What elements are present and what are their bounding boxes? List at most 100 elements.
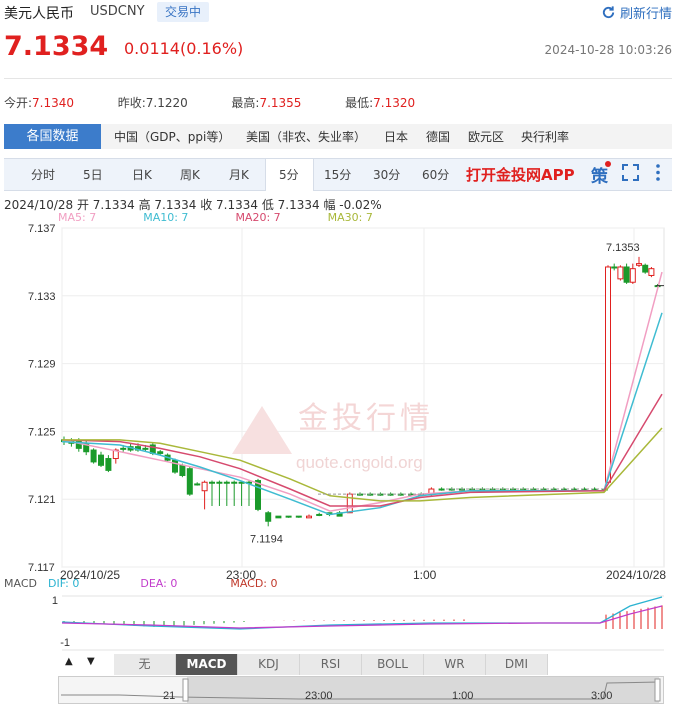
header-divider	[4, 78, 672, 79]
candle-body	[438, 488, 445, 491]
macd-tick-label: -1	[60, 637, 70, 649]
low-value: 7.1320	[373, 96, 416, 110]
x-tick-label: 1:00	[413, 568, 437, 582]
navigator-right-handle[interactable]	[654, 678, 661, 702]
watermark-url: quote.cngold.org	[296, 453, 423, 472]
prev-close-value: 7.1220	[145, 96, 188, 110]
ma-line-ma5	[61, 271, 663, 512]
candle-body	[90, 449, 97, 463]
prev-close-label: 昨收:	[117, 96, 146, 110]
quote-summary: 今开:7.1340 昨收:7.1220 最高:7.1355 最低:7.1320	[4, 94, 415, 111]
candle-body	[648, 268, 655, 276]
navigator-preview: 21 23:00 1:00 3:00	[61, 677, 661, 703]
open-label: 今开:	[4, 96, 33, 110]
notification-dot	[605, 161, 611, 167]
candle-body	[275, 515, 282, 519]
indicator-tab-macd[interactable]: MACD	[176, 654, 238, 675]
candle-body	[209, 481, 215, 484]
region-item-germany[interactable]: 德国	[426, 128, 450, 145]
x-tick-label: 2024/10/28	[606, 568, 666, 582]
y-tick-label: 7.129	[28, 359, 56, 371]
refresh-button[interactable]: 刷新行情	[601, 3, 672, 22]
candle-body	[295, 515, 302, 518]
refresh-label: 刷新行情	[619, 7, 672, 22]
candle-body	[194, 483, 201, 486]
candle-body	[179, 464, 186, 476]
candle-body	[231, 481, 238, 484]
y-tick-label: 7.133	[28, 291, 56, 303]
dif-legend: DIF: 0	[47, 577, 80, 590]
instrument-name: 美元人民币	[4, 6, 74, 22]
navigator-label: 21	[163, 690, 175, 702]
y-tick-label: 7.137	[28, 223, 56, 235]
candle-body	[617, 266, 624, 280]
region-item-eurozone[interactable]: 欧元区	[468, 128, 504, 145]
high-label: 最高:	[231, 96, 260, 110]
macd-title: MACD	[4, 577, 37, 590]
period-tab-15min[interactable]: 15分	[324, 166, 351, 183]
period-tab-intraday[interactable]: 分时	[31, 166, 55, 183]
region-item-japan[interactable]: 日本	[384, 128, 408, 145]
period-tab-monthly[interactable]: 月K	[229, 166, 249, 183]
current-price: 7.1334	[4, 31, 109, 62]
region-item-usa[interactable]: 美国（非农、失业率）	[246, 128, 366, 145]
plot-frame	[61, 227, 665, 568]
candle-body	[306, 515, 312, 519]
candle-body	[642, 264, 649, 273]
indicator-tab-boll[interactable]: BOLL	[362, 654, 424, 675]
candle-body	[105, 458, 112, 471]
fullscreen-icon[interactable]	[622, 164, 639, 181]
open-value: 7.1340	[32, 96, 75, 110]
scroll-up-icon[interactable]: ▲	[65, 656, 73, 667]
candle-body	[623, 266, 630, 283]
indicator-tab-dmi[interactable]: DMI	[486, 654, 548, 675]
candle-body	[285, 515, 292, 518]
macd-tick-label: 1	[52, 595, 58, 607]
period-tab-60min[interactable]: 60分	[422, 166, 449, 183]
macd-value-legend: MACD: 0	[230, 577, 278, 590]
high-value: 7.1355	[259, 96, 302, 110]
candle-body	[216, 481, 223, 484]
indicator-tab-kdj[interactable]: KDJ	[238, 654, 300, 675]
period-tab-5min[interactable]: 5分	[279, 166, 299, 183]
navigator-label: 1:00	[452, 690, 473, 702]
candle-body	[316, 513, 323, 516]
candle-body	[142, 447, 149, 450]
candle-body	[611, 266, 618, 269]
price-change: 0.0114(0.16%)	[124, 39, 244, 58]
indicator-tab-none[interactable]: 无	[114, 654, 176, 675]
region-item-china[interactable]: 中国（GDP、ppi等）	[114, 128, 230, 145]
navigator-left-handle[interactable]	[182, 678, 189, 702]
candle-body	[629, 268, 636, 283]
period-tab-5day[interactable]: 5日	[83, 166, 103, 183]
period-tab-30min[interactable]: 30分	[373, 166, 400, 183]
candle-body	[605, 266, 611, 483]
range-navigator[interactable]: 21 23:00 1:00 3:00	[58, 676, 664, 704]
candle-body	[172, 459, 178, 473]
scroll-down-icon[interactable]: ▼	[87, 656, 95, 667]
more-options-icon[interactable]	[652, 163, 664, 182]
candle-body	[636, 263, 642, 266]
candle-body	[186, 468, 193, 495]
watermark-logo	[232, 406, 292, 454]
indicator-tab-wr[interactable]: WR	[424, 654, 486, 675]
macd-legend: MACD DIF: 0 DEA: 0 MACD: 0	[4, 577, 278, 590]
low-label: 最低:	[345, 96, 374, 110]
period-tab-weekly[interactable]: 周K	[180, 166, 200, 183]
open-app-link[interactable]: 打开金投网APP	[466, 164, 575, 185]
y-tick-label: 7.125	[28, 426, 56, 438]
instrument-code: USDCNY	[90, 4, 145, 19]
region-item-central-bank[interactable]: 央行利率	[521, 128, 569, 145]
candle-body	[98, 454, 104, 466]
y-tick-label: 7.117	[28, 562, 55, 574]
indicator-tab-rsi[interactable]: RSI	[300, 654, 362, 675]
watermark-brand: 金投行情	[298, 401, 434, 436]
candle-body	[201, 481, 208, 492]
price-annotation: 7.1194	[250, 533, 283, 545]
candle-body	[255, 480, 261, 510]
period-tab-daily[interactable]: 日K	[132, 166, 152, 183]
region-tab-active[interactable]: 各国数据	[4, 124, 101, 149]
y-tick-label: 7.121	[28, 494, 56, 506]
dif-line	[61, 596, 663, 630]
candle-body	[265, 512, 272, 522]
